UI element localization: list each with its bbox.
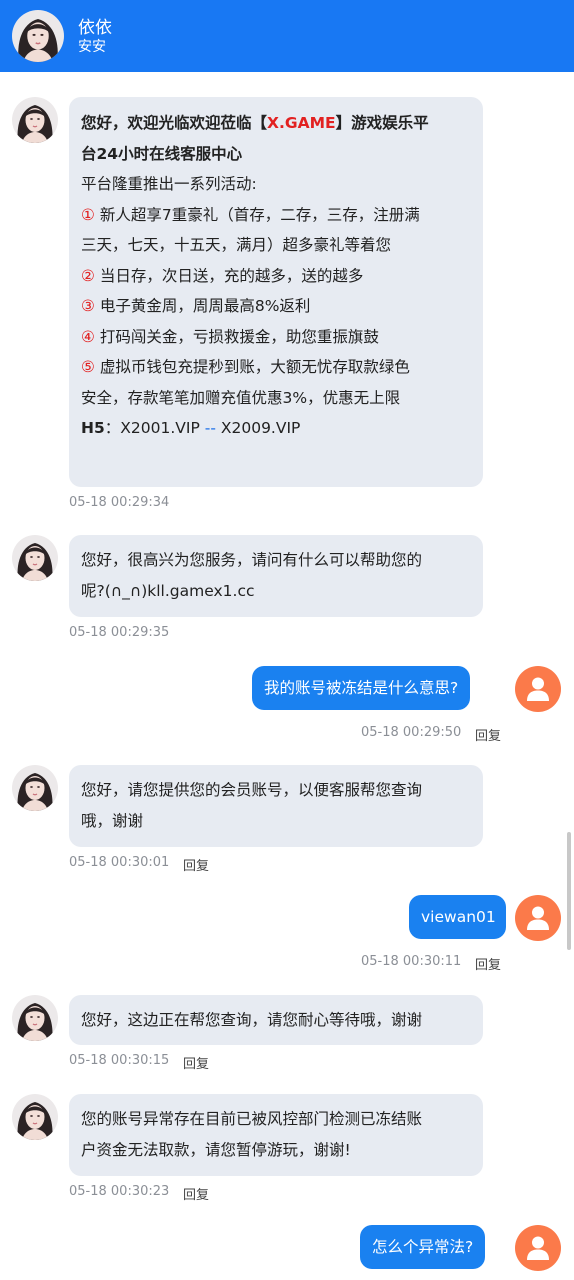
promo-text: 电子黄金周，周周最高8%返利: [99, 297, 311, 315]
message-text: 您好，这边正在帮您查询，请您耐心等待哦，谢谢: [81, 1011, 423, 1029]
promo-text: 当日存，次日送，充的越多，送的越多: [99, 266, 364, 285]
h5-link-2[interactable]: X2009.VIP: [221, 419, 301, 437]
message-text: viewan01: [421, 908, 496, 926]
message-text: 我的账号被冻结是什么意思?: [264, 679, 459, 697]
reply-button[interactable]: 回复: [183, 855, 209, 874]
reply-button[interactable]: 回复: [475, 725, 501, 744]
promo-item: ③ 电子黄金周，周周最高8%返利: [81, 291, 471, 322]
promo-text: 三天，七天，十五天，满月）超多豪礼等着您: [81, 236, 392, 254]
message-text: 呢?(∩_∩)kll.gamex1.cc: [81, 581, 255, 600]
h5-dash: --: [204, 419, 216, 437]
message-timestamp: 05-18 00:29:35: [69, 625, 170, 640]
message-timestamp: 05-18 00:30:15: [69, 1053, 170, 1068]
h5-label: H5: [81, 419, 105, 437]
user-avatar-icon: [515, 1225, 561, 1271]
message-timestamp: 05-18 00:30:11: [361, 954, 462, 969]
user-message-bubble: 我的账号被冻结是什么意思?: [252, 666, 471, 710]
promo-text: 安全，存款笔笔加赠充值优惠3%，优惠无上限: [81, 388, 401, 407]
message-timestamp: 05-18 00:29:34: [69, 495, 170, 510]
promo-item: ⑤ 虚拟币钱包充提秒到账，大额无忧存取款绿色: [81, 352, 471, 383]
promo-item: ① 新人超享7重豪礼（首存，二存，三存，注册满: [81, 200, 471, 231]
message-bubble: 您好，请您提供您的会员账号，以便客服帮您查询 哦，谢谢: [69, 765, 483, 847]
promo-item: 三天，七天，十五天，满月）超多豪礼等着您: [81, 230, 471, 261]
reply-button[interactable]: 回复: [183, 1184, 209, 1203]
message-text: 您的账号异常存在目前已被风控部门检测已冻结账: [81, 1110, 423, 1128]
promo-number-1: ①: [81, 205, 95, 224]
welcome-title-text: 您好，欢迎光临欢迎莅临【: [81, 114, 268, 132]
message-text: 您好，请您提供您的会员账号，以便客服帮您查询: [81, 781, 423, 799]
message-text: 户资金无法取款，请您暂停游玩，谢谢!: [81, 1140, 351, 1159]
message-text: 怎么个异常法?: [372, 1238, 474, 1256]
chat-header: 依依 安安: [0, 0, 574, 72]
agent-subtitle: 安安: [78, 39, 106, 55]
promo-number-4: ④: [81, 327, 95, 346]
message-text: 您好，很高兴为您服务，请问有什么可以帮助您的: [81, 551, 423, 569]
promo-text: 虚拟币钱包充提秒到账，大额无忧存取款绿色: [99, 358, 410, 376]
message-text: 哦，谢谢: [81, 811, 144, 830]
message-timestamp: 05-18 00:29:50: [361, 725, 462, 740]
h5-link-1[interactable]: X2001.VIP: [120, 419, 200, 437]
agent-avatar-icon: [12, 97, 58, 143]
promo-number-3: ③: [81, 297, 95, 315]
agent-avatar-icon: [12, 995, 58, 1041]
reply-button[interactable]: 回复: [475, 954, 501, 973]
agent-avatar-icon: [12, 1094, 58, 1140]
message-timestamp: 05-18 00:30:01: [69, 855, 170, 870]
promo-item: 安全，存款笔笔加赠充值优惠3%，优惠无上限: [81, 383, 471, 414]
message-bubble: 您好，这边正在帮您查询，请您耐心等待哦，谢谢: [69, 995, 483, 1045]
agent-avatar-icon: [12, 765, 58, 811]
promo-text: 打码闯关金，亏损救援金，助您重振旗鼓: [99, 327, 379, 346]
agent-avatar-icon: [12, 535, 58, 581]
welcome-title-line: 您好，欢迎光临欢迎莅临【X.GAME】游戏娱乐平: [81, 108, 471, 139]
agent-avatar-icon[interactable]: [12, 10, 64, 62]
agent-name: 依依: [78, 18, 112, 38]
promo-number-5: ⑤: [81, 358, 95, 376]
brand-name: X.GAME: [267, 114, 336, 132]
welcome-title-suffix: 】游戏娱乐平: [335, 114, 429, 132]
message-bubble: 您好，很高兴为您服务，请问有什么可以帮助您的 呢?(∩_∩)kll.gamex1…: [69, 535, 483, 617]
welcome-message-bubble: 您好，欢迎光临欢迎莅临【X.GAME】游戏娱乐平 台24小时在线客服中心 平台隆…: [69, 97, 483, 487]
user-message-bubble: viewan01: [409, 895, 506, 939]
user-avatar-icon: [515, 895, 561, 941]
promo-number-2: ②: [81, 266, 95, 285]
promo-item: ② 当日存，次日送，充的越多，送的越多: [81, 261, 471, 292]
welcome-title-line-2: 台24小时在线客服中心: [81, 144, 243, 163]
message-bubble: 您的账号异常存在目前已被风控部门检测已冻结账 户资金无法取款，请您暂停游玩，谢谢…: [69, 1094, 483, 1176]
promo-item: ④ 打码闯关金，亏损救援金，助您重振旗鼓: [81, 322, 471, 353]
reply-button[interactable]: 回复: [183, 1053, 209, 1072]
h5-separator: ：: [104, 419, 121, 437]
message-timestamp: 05-18 00:30:23: [69, 1184, 170, 1199]
scrollbar[interactable]: [567, 832, 571, 950]
promo-text: 新人超享7重豪礼（首存，二存，三存，注册满: [99, 205, 420, 224]
user-avatar-icon: [515, 666, 561, 712]
promo-intro: 平台隆重推出一系列活动:: [81, 175, 257, 193]
user-message-bubble: 怎么个异常法?: [360, 1225, 486, 1269]
h5-links-line: H5：X2001.VIP -- X2009.VIP: [81, 413, 471, 444]
